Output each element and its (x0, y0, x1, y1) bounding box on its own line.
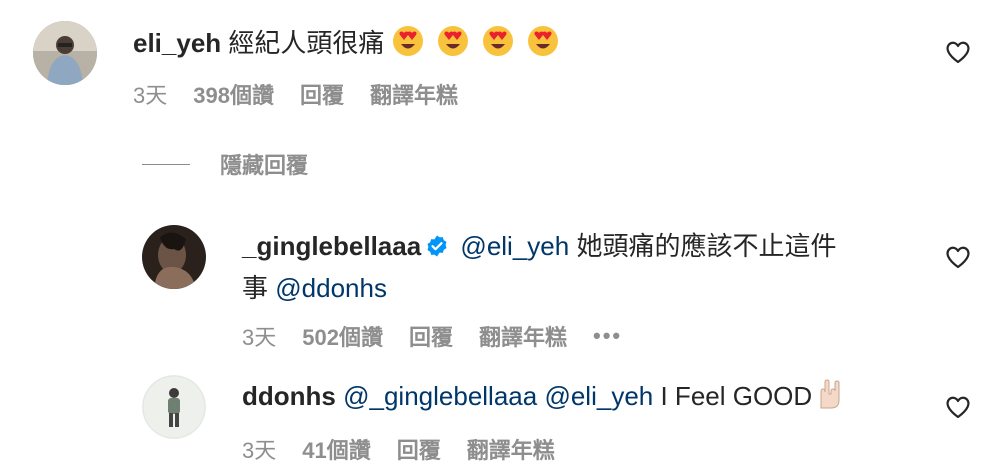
avatar-ginglebellaaa-image (142, 225, 206, 289)
username[interactable]: eli_yeh (133, 28, 221, 58)
verified-badge-icon (427, 235, 447, 257)
comment-body: ddonhs @_ginglebellaaa @eli_yeh I Feel G… (242, 375, 850, 417)
like-heart-icon[interactable] (945, 245, 971, 269)
comment-meta: 3天 41個讚 回覆 翻譯年糕 (242, 433, 581, 465)
like-heart-icon[interactable] (945, 395, 971, 419)
like-heart-icon[interactable] (945, 40, 971, 64)
reply-button[interactable]: 回覆 (300, 78, 344, 110)
comment-text: I Feel GOOD (660, 381, 813, 411)
like-count[interactable]: 398個讚 (193, 78, 274, 110)
sign-of-the-horns-emoji-icon (820, 379, 840, 409)
translate-button[interactable]: 翻譯年糕 (467, 433, 555, 465)
more-options-button[interactable]: ••• (593, 323, 622, 349)
divider-line (142, 163, 190, 165)
comment-time[interactable]: 3天 (242, 433, 276, 465)
comment-body: eli_yeh 經紀人頭很痛 (133, 22, 565, 64)
comment-text-cont: 事 (242, 273, 269, 303)
comment-time[interactable]: 3天 (242, 320, 276, 352)
comment-time[interactable]: 3天 (133, 78, 167, 110)
heart-eyes-emoji-icon (528, 26, 559, 56)
mention-link[interactable]: @ddonhs (275, 273, 387, 303)
reply-button[interactable]: 回覆 (397, 433, 441, 465)
heart-eyes-emoji-icon (437, 26, 468, 56)
translate-button[interactable]: 翻譯年糕 (370, 78, 458, 110)
heart-eyes-emoji-icon (392, 26, 423, 56)
username[interactable]: _ginglebellaaa (242, 231, 421, 261)
avatar-ginglebellaaa[interactable] (142, 225, 206, 289)
comment-meta: 3天 398個讚 回覆 翻譯年糕 (133, 78, 484, 110)
avatar-eli-yeh-image (33, 21, 97, 85)
like-count[interactable]: 41個讚 (302, 433, 370, 465)
mention-link[interactable]: @eli_yeh (460, 231, 569, 261)
avatar-ddonhs-image (142, 375, 206, 439)
heart-eyes-emoji-icon (483, 26, 514, 56)
hide-replies-label: 隱藏回覆 (220, 153, 309, 178)
mention-link[interactable]: @eli_yeh (544, 381, 653, 411)
mention-link[interactable]: @_ginglebellaaa (343, 381, 537, 411)
comment-body: _ginglebellaaa @eli_yeh 她頭痛的應該不止這件 事 @dd… (242, 225, 932, 309)
comment-meta: 3天 502個讚 回覆 翻譯年糕 ••• (242, 320, 622, 352)
comment-text: 經紀人頭很痛 (228, 28, 385, 58)
emoji-group (392, 26, 566, 58)
like-count[interactable]: 502個讚 (302, 320, 383, 352)
username[interactable]: ddonhs (242, 381, 336, 411)
translate-button[interactable]: 翻譯年糕 (479, 320, 567, 352)
avatar-eli-yeh[interactable] (33, 21, 97, 85)
comment-text: 她頭痛的應該不止這件 (576, 231, 837, 261)
hide-replies-button[interactable]: 隱藏回覆 (142, 148, 308, 180)
avatar-ddonhs[interactable] (142, 375, 206, 439)
reply-button[interactable]: 回覆 (409, 320, 453, 352)
